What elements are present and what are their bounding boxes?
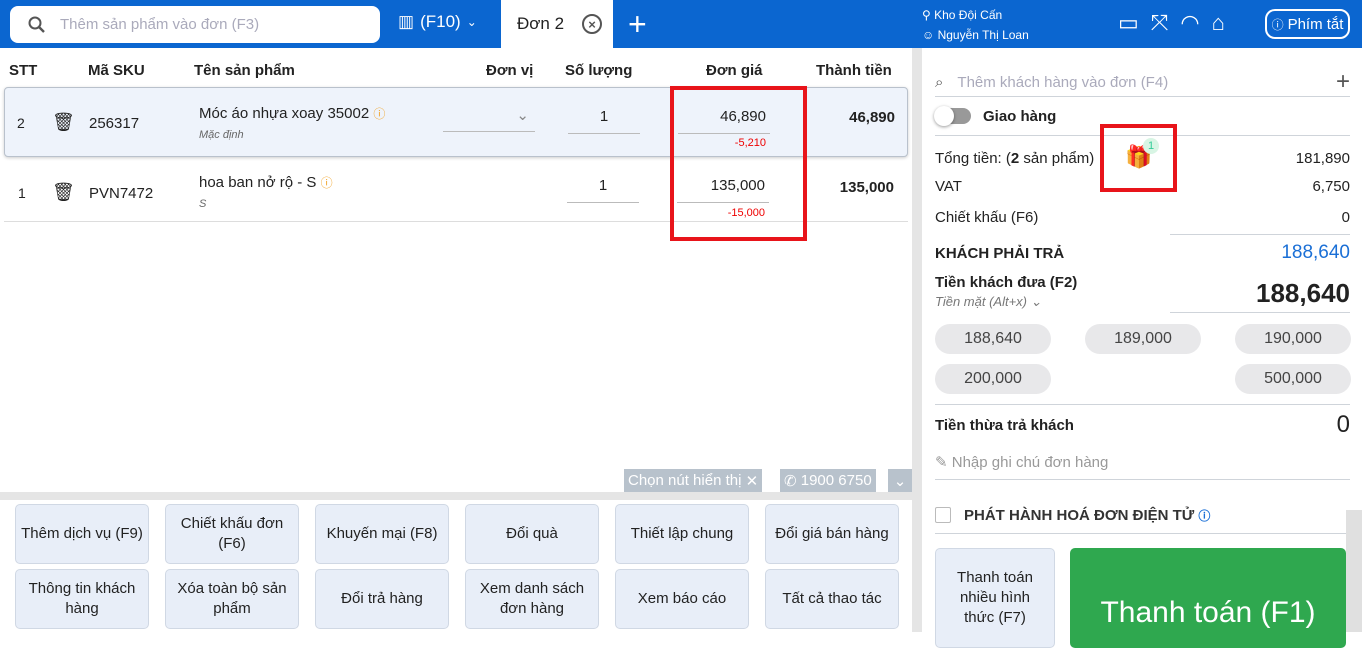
add-customer-icon[interactable]: + xyxy=(1336,68,1350,96)
action-button[interactable]: Đổi trả hàng xyxy=(315,569,449,629)
pencil-icon: ✎ xyxy=(935,454,952,471)
section-divider xyxy=(0,492,912,500)
quick-amount-button[interactable]: 500,000 xyxy=(1235,364,1351,394)
quick-amount-button[interactable]: 189,000 xyxy=(1085,324,1201,354)
action-button[interactable]: Thêm dịch vụ (F9) xyxy=(15,504,149,564)
action-button[interactable]: Chiết khấu đơn (F6) xyxy=(165,504,299,564)
pay-button[interactable]: Thanh toán (F1) xyxy=(1070,548,1346,648)
wifi-icon[interactable]: ◠ xyxy=(1180,10,1199,36)
qty-input[interactable]: 1 xyxy=(568,108,640,134)
action-button[interactable]: Xóa toàn bộ sản phẩm xyxy=(165,569,299,629)
delete-icon[interactable]: 🗑 xyxy=(52,112,75,133)
home-icon[interactable]: ⌂ xyxy=(1212,10,1225,36)
phone-icon: ✆ xyxy=(784,472,797,490)
highlight-box xyxy=(670,86,807,241)
action-button[interactable]: Thiết lập chung xyxy=(615,504,749,564)
col-unit: Đơn vị xyxy=(486,62,534,79)
chevron-down-icon: ⌄ xyxy=(466,15,477,29)
panel-divider xyxy=(912,48,922,632)
action-button[interactable]: Đổi quà xyxy=(465,504,599,564)
hotline-chip[interactable]: ✆ 1900 6750 xyxy=(780,469,876,492)
delivery-toggle[interactable] xyxy=(934,106,971,126)
highlight-box xyxy=(1100,124,1177,192)
delete-icon[interactable]: 🗑 xyxy=(52,182,75,203)
barcode-scanner-icon: ▥ xyxy=(398,12,415,31)
col-qty: Số lượng xyxy=(565,62,633,79)
close-icon[interactable]: ✕ xyxy=(746,472,759,490)
scrollbar[interactable] xyxy=(1346,510,1362,632)
action-button[interactable]: Xem báo cáo xyxy=(615,569,749,629)
location-info: ⚲ Kho Đội Cấn ☺ Nguyễn Thị Loan xyxy=(922,8,1029,42)
shortcuts-button[interactable]: ⓘ Phím tắt xyxy=(1265,9,1350,39)
quick-amount-button[interactable]: 190,000 xyxy=(1235,324,1351,354)
paid-input[interactable]: 188,640 xyxy=(1256,278,1350,309)
info-icon[interactable]: ⓘ xyxy=(373,107,385,121)
help-icon: ⓘ xyxy=(1271,17,1284,32)
search-icon xyxy=(28,16,45,33)
fullscreen-icon[interactable]: ⤧ xyxy=(1151,10,1169,36)
map-pin-icon: ⚲ xyxy=(922,8,935,22)
einvoice-checkbox[interactable] xyxy=(935,507,951,523)
close-tab-icon[interactable]: × xyxy=(582,14,603,34)
action-button[interactable]: Thông tin khách hàng xyxy=(15,569,149,629)
quick-amount-button[interactable]: 200,000 xyxy=(935,364,1051,394)
multi-payment-button[interactable]: Thanh toán nhiều hình thức (F7) xyxy=(935,548,1055,648)
action-button[interactable]: Tất cả thao tác xyxy=(765,569,899,629)
order-note-input[interactable]: ✎ Nhập ghi chú đơn hàng xyxy=(935,453,1108,471)
user-icon: ☺ xyxy=(922,28,938,42)
col-total: Thành tiền xyxy=(816,62,892,79)
info-icon[interactable]: ⓘ xyxy=(1198,509,1210,523)
payment-method-select[interactable]: Tiền mặt (Alt+x) ⌄ xyxy=(935,294,1042,310)
discount-link[interactable]: Chiết khấu (F6) xyxy=(935,209,1038,226)
action-button[interactable]: Xem danh sách đơn hàng xyxy=(465,569,599,629)
tab-order-2[interactable]: Đơn 2 × xyxy=(501,0,613,48)
product-search-input[interactable]: Thêm sản phẩm vào đơn (F3) xyxy=(10,6,380,43)
scanner-mode-button[interactable]: ▥ (F10) ⌄ xyxy=(398,12,477,32)
search-icon: ⌕ xyxy=(935,73,944,91)
col-sku: Mã SKU xyxy=(88,62,145,79)
expand-toolbar-button[interactable]: ⌄ xyxy=(888,469,912,492)
choose-buttons-chip[interactable]: Chọn nút hiển thị ✕ xyxy=(624,469,763,492)
customer-search-input[interactable]: ⌕ Thêm khách hàng vào đơn (F4) + xyxy=(935,68,1350,96)
devices-icon[interactable]: ▭ xyxy=(1118,10,1139,36)
quick-amount-button[interactable]: 188,640 xyxy=(935,324,1051,354)
col-name: Tên sản phẩm xyxy=(194,62,295,79)
info-icon[interactable]: ⓘ xyxy=(321,176,333,190)
action-button[interactable]: Đổi giá bán hàng xyxy=(765,504,899,564)
col-price: Đơn giá xyxy=(706,62,763,79)
unit-select[interactable]: ⌄ xyxy=(443,106,535,132)
action-button[interactable]: Khuyến mại (F8) xyxy=(315,504,449,564)
col-stt: STT xyxy=(9,62,38,79)
top-bar: Thêm sản phẩm vào đơn (F3) ▥ (F10) ⌄ Đơn 2… xyxy=(0,0,1362,48)
qty-input[interactable]: 1 xyxy=(567,177,639,203)
add-order-button[interactable]: + xyxy=(628,6,647,43)
